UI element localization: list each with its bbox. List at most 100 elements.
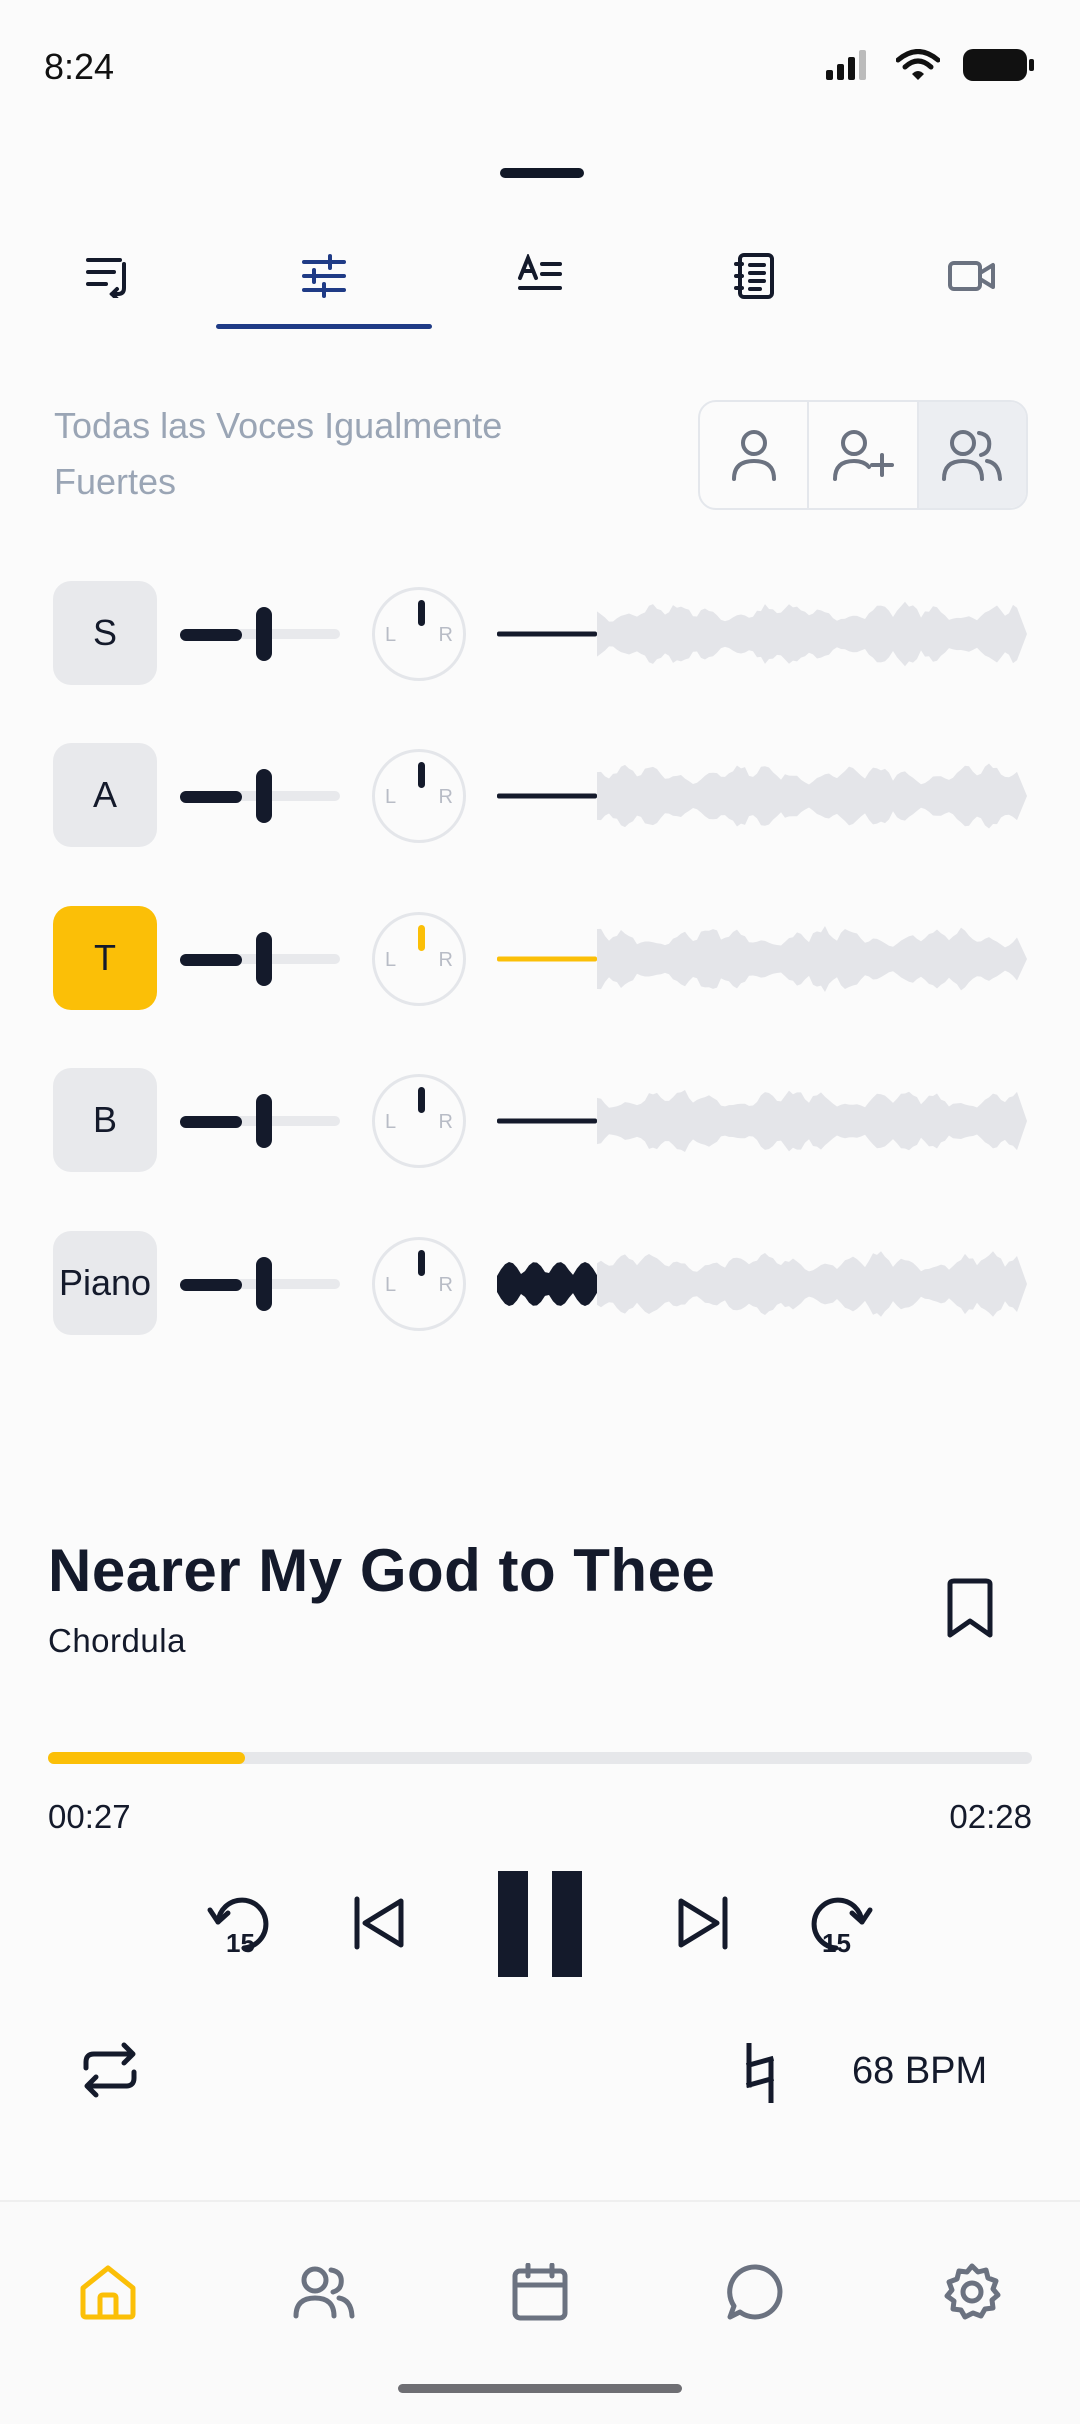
previous-track-button[interactable] (336, 1880, 422, 1966)
wifi-icon (896, 49, 940, 80)
user-icon (731, 430, 776, 481)
waveform[interactable] (497, 1231, 1027, 1337)
status-icons (824, 48, 1036, 82)
volume-slider-fill (180, 1279, 242, 1291)
users-icon (942, 430, 1003, 481)
nav-home[interactable] (0, 2252, 216, 2332)
playback-progress-bar[interactable] (48, 1752, 1032, 1764)
tab-lyrics[interactable] (432, 220, 648, 332)
waveform-played (497, 631, 597, 637)
nav-settings[interactable] (864, 2252, 1080, 2332)
waveform[interactable] (497, 581, 1027, 687)
lyrics-icon (518, 254, 562, 290)
active-tab-indicator (216, 324, 432, 329)
repeat-button[interactable] (70, 2030, 150, 2110)
queue-list-icon (86, 258, 126, 298)
battery-icon (963, 49, 1034, 81)
skip-next-icon (678, 1896, 728, 1950)
key-natural-button[interactable] (730, 2030, 790, 2116)
voice-row-piano: Piano L R (0, 1231, 1080, 1337)
pan-knob[interactable]: L R (372, 587, 466, 681)
voice-toggle-button[interactable]: B (53, 1068, 157, 1172)
tab-sheet-music[interactable] (648, 220, 864, 332)
home-icon (80, 2265, 136, 2320)
skip-previous-icon (354, 1896, 404, 1950)
repeat-icon (83, 2042, 137, 2098)
nav-members[interactable] (216, 2252, 432, 2332)
pan-knob[interactable]: L R (372, 749, 466, 843)
song-artist: Chordula (48, 1622, 186, 1659)
volume-slider-thumb[interactable] (256, 1094, 272, 1148)
pan-left-label: L (385, 1111, 397, 1133)
status-time: 8:24 (44, 46, 115, 87)
forward-15-icon: 15 (811, 1897, 873, 1958)
tempo-bpm[interactable]: 68 BPM (852, 2050, 987, 2093)
skip-back-15-button[interactable]: 15 (196, 1880, 282, 1966)
sheet-drag-handle[interactable] (500, 168, 584, 178)
waveform-played (497, 793, 597, 799)
tab-mixer[interactable] (216, 220, 432, 332)
voice-toggle-button[interactable]: T (53, 906, 157, 1010)
pan-knob[interactable]: L R (372, 1237, 466, 1331)
sliders-icon (302, 254, 346, 298)
waveform-remaining (597, 601, 1027, 667)
voice-toggle-button[interactable]: A (53, 743, 157, 847)
waveform[interactable] (497, 906, 1027, 1012)
volume-slider-fill (180, 954, 242, 966)
pan-left-label: L (385, 949, 397, 971)
pan-right-label: R (438, 1111, 453, 1133)
balance-mode-label: Todas las Voces Igualmente Fuertes (54, 405, 503, 502)
bookmark-button[interactable] (944, 1578, 996, 1645)
volume-slider-thumb[interactable] (256, 1257, 272, 1311)
playback-progress-fill (48, 1752, 245, 1764)
tab-bar (0, 220, 1080, 332)
pan-knob-needle (418, 762, 425, 788)
volume-slider-thumb[interactable] (256, 769, 272, 823)
waveform-remaining (597, 926, 1027, 992)
pan-left-label: L (385, 624, 397, 646)
users-icon (293, 2266, 355, 2319)
waveform[interactable] (497, 743, 1027, 849)
balance-mode-selector (698, 400, 1028, 510)
next-track-button[interactable] (660, 1880, 746, 1966)
song-title: Nearer My God to Thee (48, 1537, 716, 1604)
waveform[interactable] (497, 1068, 1027, 1174)
nav-calendar[interactable] (432, 2252, 648, 2332)
elapsed-time: 00:27 (48, 1798, 131, 1835)
nav-chat[interactable] (648, 2252, 864, 2332)
natural-sign-icon (745, 2043, 775, 2103)
balance-all-equal-button[interactable] (918, 402, 1026, 508)
balance-emphasize-button[interactable] (809, 402, 919, 508)
sheet-music-icon (734, 253, 774, 299)
volume-slider-fill (180, 1116, 242, 1128)
rewind-15-icon: 15 (207, 1897, 269, 1958)
status-bar: 8:24 (0, 0, 1080, 140)
volume-slider-thumb[interactable] (256, 932, 272, 986)
pan-right-label: R (438, 949, 453, 971)
total-time: 02:28 (949, 1798, 1032, 1835)
pan-knob-needle (418, 1250, 425, 1276)
pan-right-label: R (438, 1274, 453, 1296)
volume-slider-fill (180, 791, 242, 803)
voice-toggle-button[interactable]: Piano (53, 1231, 157, 1335)
voice-toggle-button[interactable]: S (53, 581, 157, 685)
pan-knob-needle (418, 1087, 425, 1113)
skip-forward-15-button[interactable]: 15 (798, 1880, 884, 1966)
waveform-played (497, 956, 597, 962)
tab-queue[interactable] (0, 220, 216, 332)
tab-video[interactable] (864, 220, 1080, 332)
pan-knob[interactable]: L R (372, 912, 466, 1006)
pan-knob[interactable]: L R (372, 1074, 466, 1168)
video-icon (948, 261, 995, 291)
pan-right-label: R (438, 786, 453, 808)
chat-icon (727, 2264, 783, 2320)
settings-icon (944, 2263, 1001, 2320)
calendar-icon (512, 2263, 568, 2321)
forward-15-label: 15 (822, 1928, 851, 1958)
balance-solo-button[interactable] (700, 402, 810, 508)
voice-row-soprano: S L R (0, 581, 1080, 687)
waveform-played (497, 1118, 597, 1124)
volume-slider-thumb[interactable] (256, 607, 272, 661)
pause-button[interactable] (482, 1866, 598, 1982)
waveform-remaining (597, 763, 1027, 829)
